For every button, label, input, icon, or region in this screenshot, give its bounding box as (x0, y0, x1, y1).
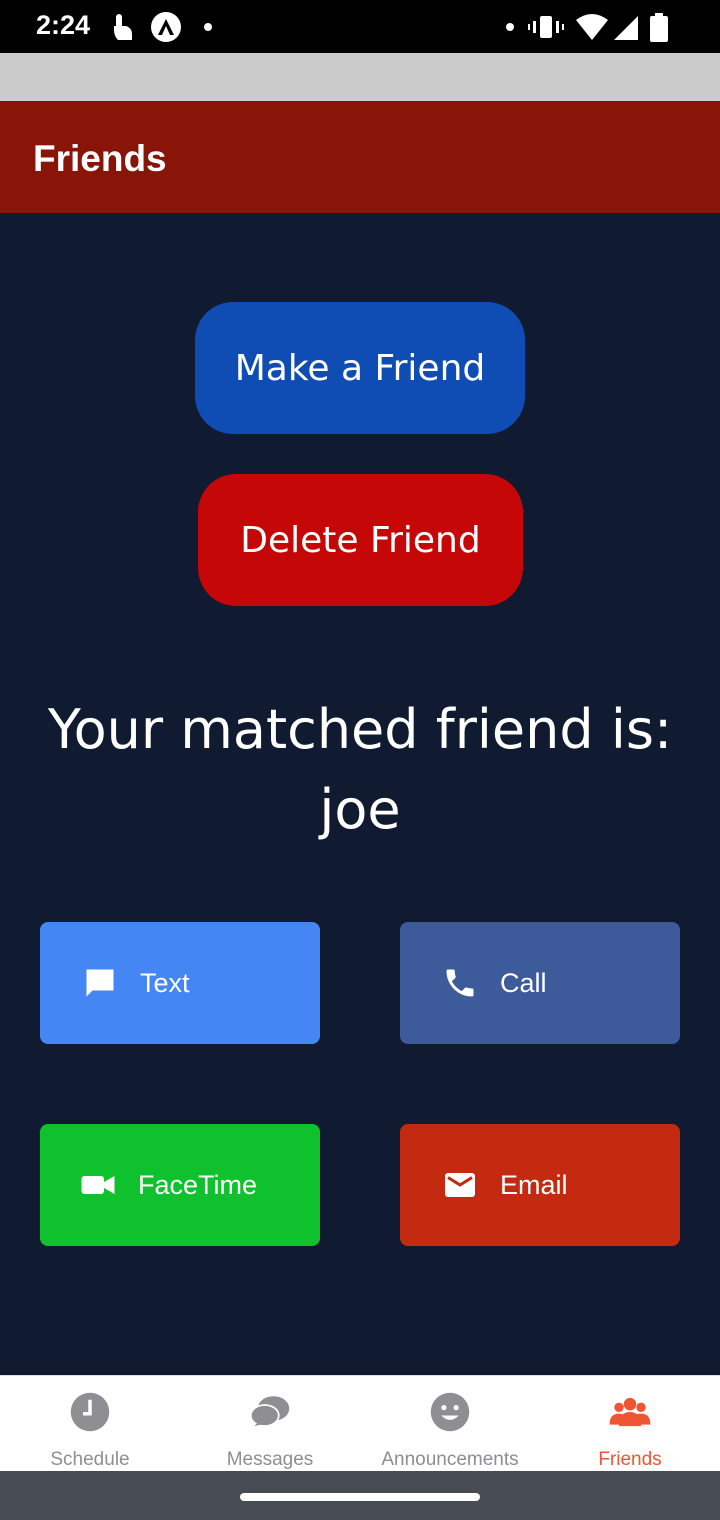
status-left-icons (114, 12, 212, 42)
email-button-label: Email (500, 1169, 568, 1200)
matched-friend-prefix: Your matched friend is: (47, 698, 673, 761)
call-button[interactable]: Call (400, 922, 680, 1044)
facetime-button-label: FaceTime (138, 1169, 258, 1200)
header-spacer (0, 53, 720, 101)
tab-messages-label: Messages (226, 1449, 314, 1470)
matched-friend-name: joe (319, 778, 401, 841)
dot-icon (204, 23, 212, 31)
call-button-label: Call (500, 967, 547, 998)
touch-icon (114, 14, 132, 40)
text-button[interactable]: Text (40, 922, 320, 1044)
wifi-icon (576, 14, 608, 40)
email-button[interactable]: Email (400, 1124, 680, 1246)
status-right-icons (506, 13, 668, 42)
dot-icon (506, 23, 514, 31)
tab-friends[interactable]: Friends (540, 1376, 720, 1472)
home-indicator[interactable] (240, 1493, 480, 1501)
status-time: 2:24 (36, 10, 91, 40)
delete-friend-button[interactable]: Delete Friend (198, 474, 523, 606)
tab-announcements[interactable]: Announcements (360, 1376, 540, 1472)
clock-icon (68, 1390, 112, 1434)
phone-icon (440, 963, 480, 1003)
tab-announcements-label: Announcements (381, 1449, 519, 1470)
video-icon (78, 1165, 118, 1205)
signal-icon (614, 16, 638, 40)
matched-friend-text: Your matched friend is: joe (20, 690, 700, 850)
tab-friends-label: Friends (598, 1449, 662, 1470)
smiley-icon (428, 1390, 472, 1434)
status-bar: 2:24 (0, 0, 720, 53)
system-nav-bar (0, 1471, 720, 1520)
text-button-label: Text (140, 967, 190, 998)
people-icon (608, 1390, 652, 1434)
make-friend-button[interactable]: Make a Friend (195, 302, 525, 434)
mail-icon (440, 1165, 480, 1205)
page-title: Friends (33, 138, 167, 179)
arch-icon (151, 12, 181, 42)
facetime-button[interactable]: FaceTime (40, 1124, 320, 1246)
vibrate-icon (528, 16, 564, 38)
message-icon (80, 963, 120, 1003)
battery-icon (650, 13, 668, 42)
tab-messages[interactable]: Messages (180, 1376, 360, 1472)
tab-schedule-label: Schedule (50, 1449, 130, 1470)
app-header: Friends (0, 101, 720, 213)
bottom-tab-bar: Schedule Messages Announcements Friends (0, 1375, 720, 1471)
chat-bubbles-icon (248, 1390, 292, 1434)
tab-schedule[interactable]: Schedule (0, 1376, 180, 1472)
